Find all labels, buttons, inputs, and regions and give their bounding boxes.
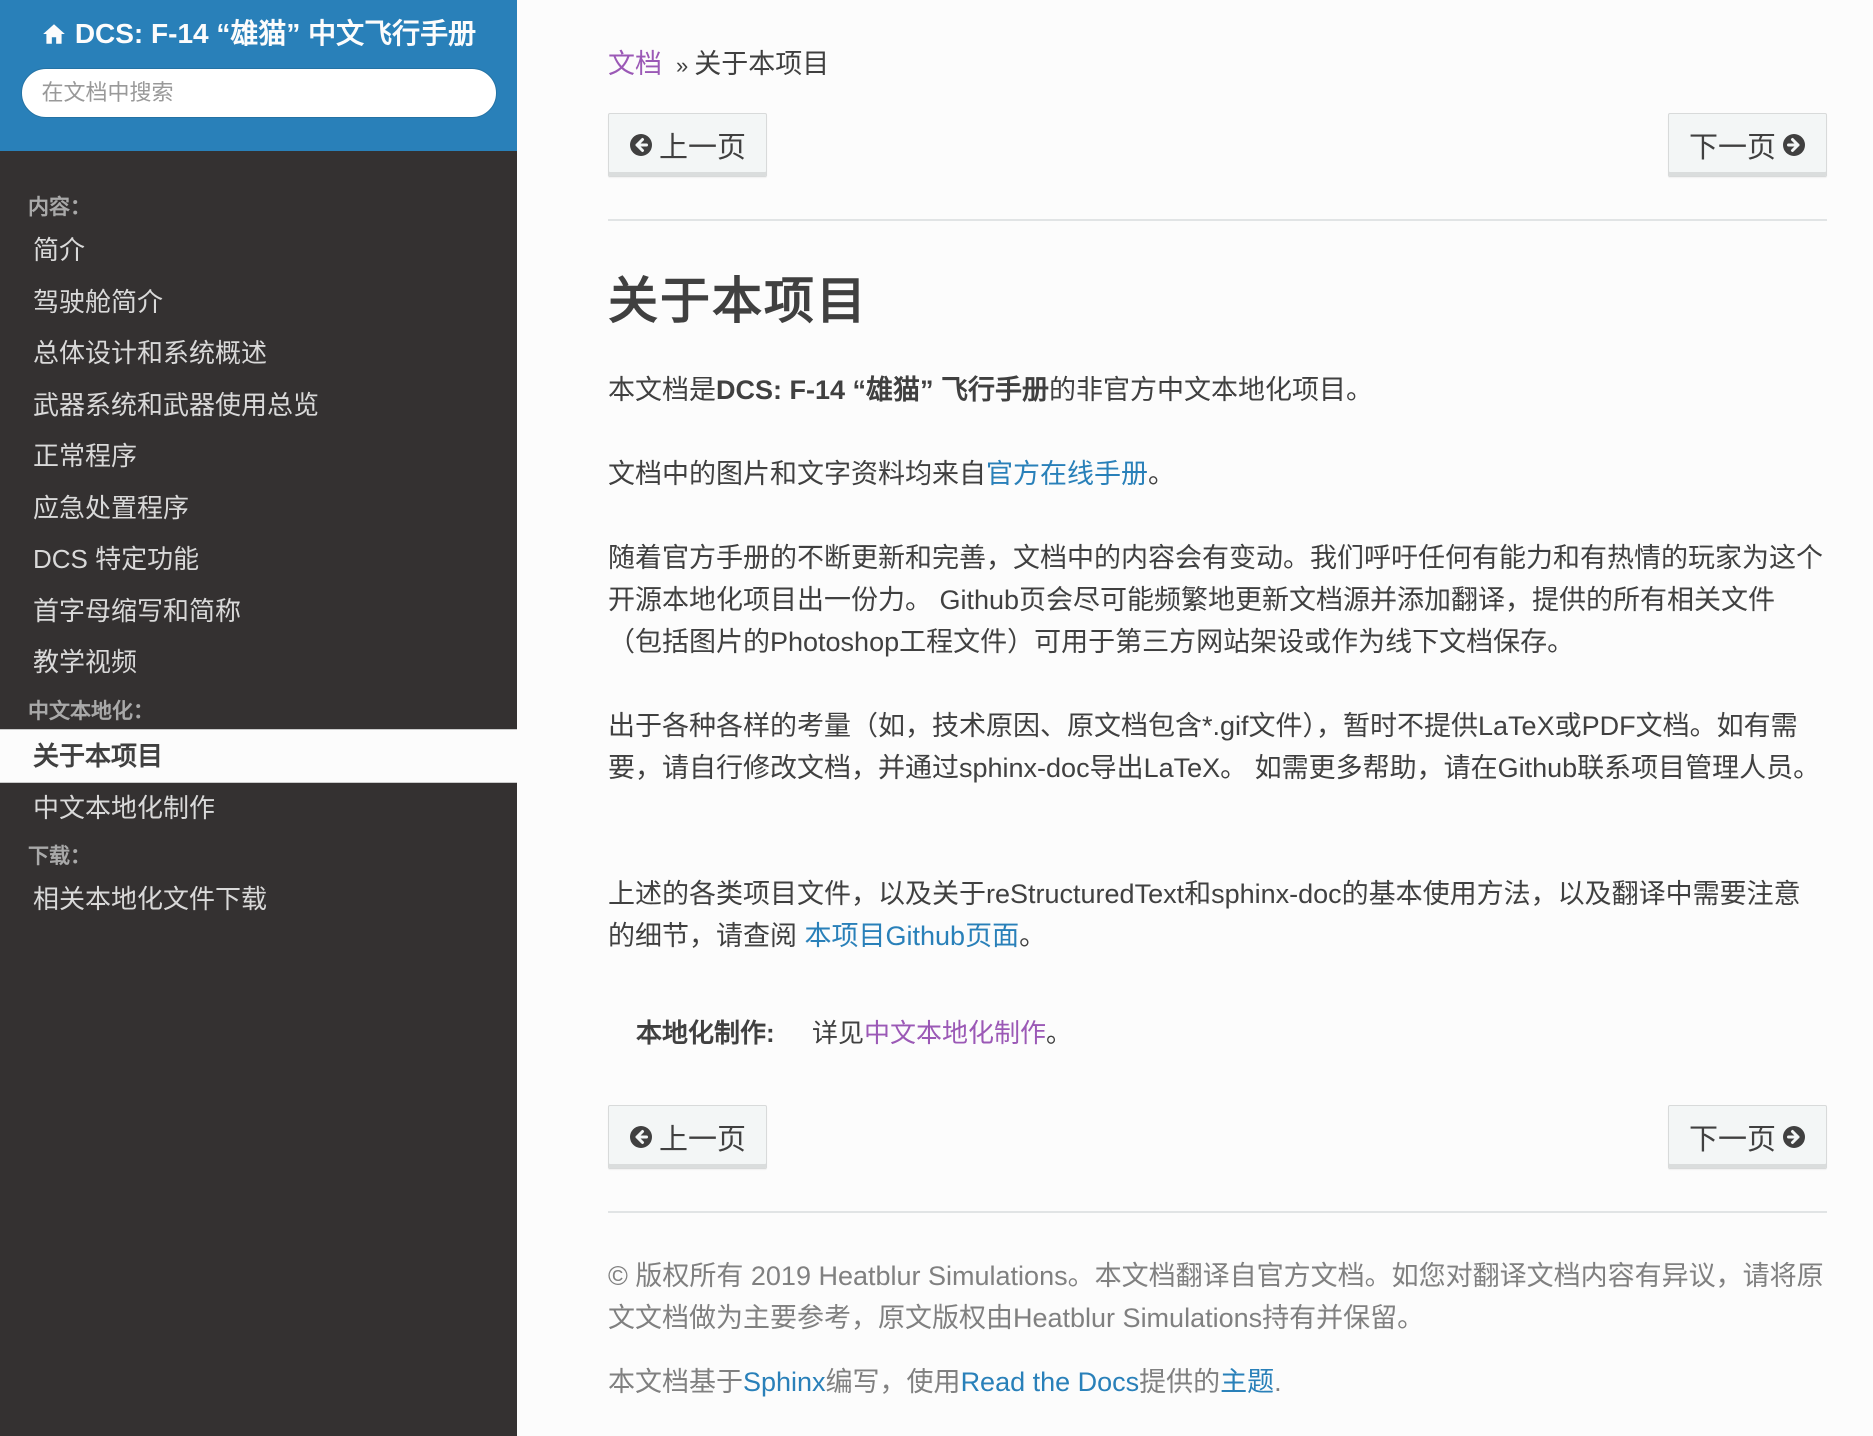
paragraph-formats: 出于各种各样的考量（如，技术原因、原文档包含*.gif文件），暂时不提供LaTe… [608, 711, 1821, 783]
sidebar-item-normal-procedures[interactable]: 正常程序 [0, 431, 517, 483]
sidebar-nav: 内容： 简介 驾驶舱简介 总体设计和系统概述 武器系统和武器使用总览 正常程序 … [0, 151, 517, 926]
search-input[interactable] [20, 68, 497, 118]
prev-page-button-bottom[interactable]: 上一页 [608, 1105, 768, 1169]
divider-top [608, 219, 1827, 221]
sidebar-item-weapons[interactable]: 武器系统和武器使用总览 [0, 380, 517, 432]
sidebar-item-downloads[interactable]: 相关本地化文件下载 [0, 874, 517, 926]
footer-text-mid2: 提供的 [1139, 1367, 1221, 1397]
field-text-pre: 详见 [812, 1018, 865, 1048]
breadcrumb: 文档 » 关于本项目 [608, 44, 829, 86]
footer-text-mid: 编写，使用 [825, 1367, 961, 1397]
p5-text-pre: 上述的各类项目文件，以及关于reStructuredText和sphinx-do… [608, 879, 1801, 951]
divider-bottom [608, 1211, 1827, 1213]
breadcrumb-docs-link[interactable]: 文档 [608, 49, 662, 79]
footer-text-pre: 本文档基于 [608, 1367, 743, 1397]
field-body: 详见中文本地化制作。 [812, 1012, 1072, 1054]
paragraph-github: 上述的各类项目文件，以及关于reStructuredText和sphinx-do… [608, 873, 1827, 957]
paragraph-source: 文档中的图片和文字资料均来自官方在线手册。 [608, 453, 1827, 495]
arrow-circle-right-icon [1783, 134, 1805, 156]
sidebar-item-dcs-features[interactable]: DCS 特定功能 [0, 534, 517, 586]
caption-contents: 内容： [28, 196, 91, 219]
paragraph-intro: 本文档是DCS: F-14 “雄猫” 飞行手册的非官方中文本地化项目。 [608, 369, 1827, 411]
prev-button-label: 上一页 [659, 1124, 747, 1156]
paragraph-contribute: 随着官方手册的不断更新和完善，文档中的内容会有变动。我们呼吁任何有能力和有热情的… [608, 543, 1823, 657]
p2-text-pre: 文档中的图片和文字资料均来自 [608, 459, 986, 489]
p2-text-post: 。 [1148, 459, 1175, 489]
site-title-text: DCS: F-14 “雄猫” 中文飞行手册 [74, 18, 477, 49]
p1-text-pre: 本文档是 [608, 375, 716, 405]
prev-button-label: 上一页 [659, 132, 747, 164]
sidebar-item-videos[interactable]: 教学视频 [0, 637, 517, 689]
arrow-circle-right-icon [1783, 1126, 1805, 1148]
theme-link[interactable]: 主题 [1220, 1367, 1274, 1397]
field-text-post: 。 [1046, 1018, 1073, 1048]
sidebar-item-intro[interactable]: 简介 [0, 225, 517, 277]
next-button-label: 下一页 [1688, 1124, 1776, 1156]
sidebar-item-emergency-procedures[interactable]: 应急处置程序 [0, 483, 517, 535]
sidebar-item-about[interactable]: 关于本项目 [0, 728, 517, 783]
p5-text-post: 。 [1019, 921, 1047, 951]
sidebar: DCS: F-14 “雄猫” 中文飞行手册 内容： 简介 驾驶舱简介 总体设计和… [0, 0, 517, 1436]
p1-text-post: 的非官方中文本地化项目。 [1049, 375, 1374, 405]
arrow-circle-left-icon [630, 1126, 652, 1148]
p1-bold-title: DCS: F-14 “雄猫” 飞行手册 [716, 375, 1050, 405]
footer-built-with: 本文档基于Sphinx编写，使用Read the Docs提供的主题. [608, 1361, 1827, 1403]
sphinx-link[interactable]: Sphinx [743, 1367, 826, 1397]
home-icon [42, 24, 65, 44]
site-title-link[interactable]: DCS: F-14 “雄猫” 中文飞行手册 [41, 14, 476, 54]
sidebar-item-design-systems[interactable]: 总体设计和系统概述 [0, 328, 517, 380]
sidebar-item-cockpit[interactable]: 驾驶舱简介 [0, 277, 517, 329]
prev-page-button-top[interactable]: 上一页 [608, 113, 768, 177]
sidebar-item-acronyms[interactable]: 首字母缩写和简称 [0, 586, 517, 638]
next-page-button-top[interactable]: 下一页 [1667, 113, 1827, 177]
page-title: 关于本项目 [608, 273, 868, 329]
github-page-link[interactable]: 本项目Github页面 [805, 921, 1020, 951]
field-list-credits: 本地化制作: 详见中文本地化制作。 [636, 1012, 1072, 1054]
next-page-button-bottom[interactable]: 下一页 [1667, 1105, 1827, 1169]
footer-copyright: © 版权所有 2019 Heatblur Simulations。本文档翻译自官… [608, 1261, 1824, 1333]
localization-credits-link[interactable]: 中文本地化制作 [864, 1018, 1046, 1048]
field-name: 本地化制作: [636, 1018, 775, 1048]
breadcrumb-separator: » [676, 53, 689, 78]
arrow-circle-left-icon [630, 134, 652, 156]
caption-localization: 中文本地化： [28, 699, 154, 723]
breadcrumb-current: 关于本项目 [694, 49, 830, 79]
sidebar-item-localization-credits[interactable]: 中文本地化制作 [0, 783, 517, 835]
official-manual-link[interactable]: 官方在线手册 [986, 459, 1148, 489]
sidebar-header: DCS: F-14 “雄猫” 中文飞行手册 [0, 0, 517, 151]
read-the-docs-link[interactable]: Read the Docs [961, 1367, 1140, 1397]
main-content: 文档» 关于本项目 上一页 下一页 关于本项目 本文档是DCS: F-14 “雄猫… [517, 0, 1873, 1436]
caption-download: 下载： [28, 845, 91, 868]
next-button-label: 下一页 [1688, 132, 1776, 164]
footer-text-post: . [1274, 1367, 1282, 1397]
